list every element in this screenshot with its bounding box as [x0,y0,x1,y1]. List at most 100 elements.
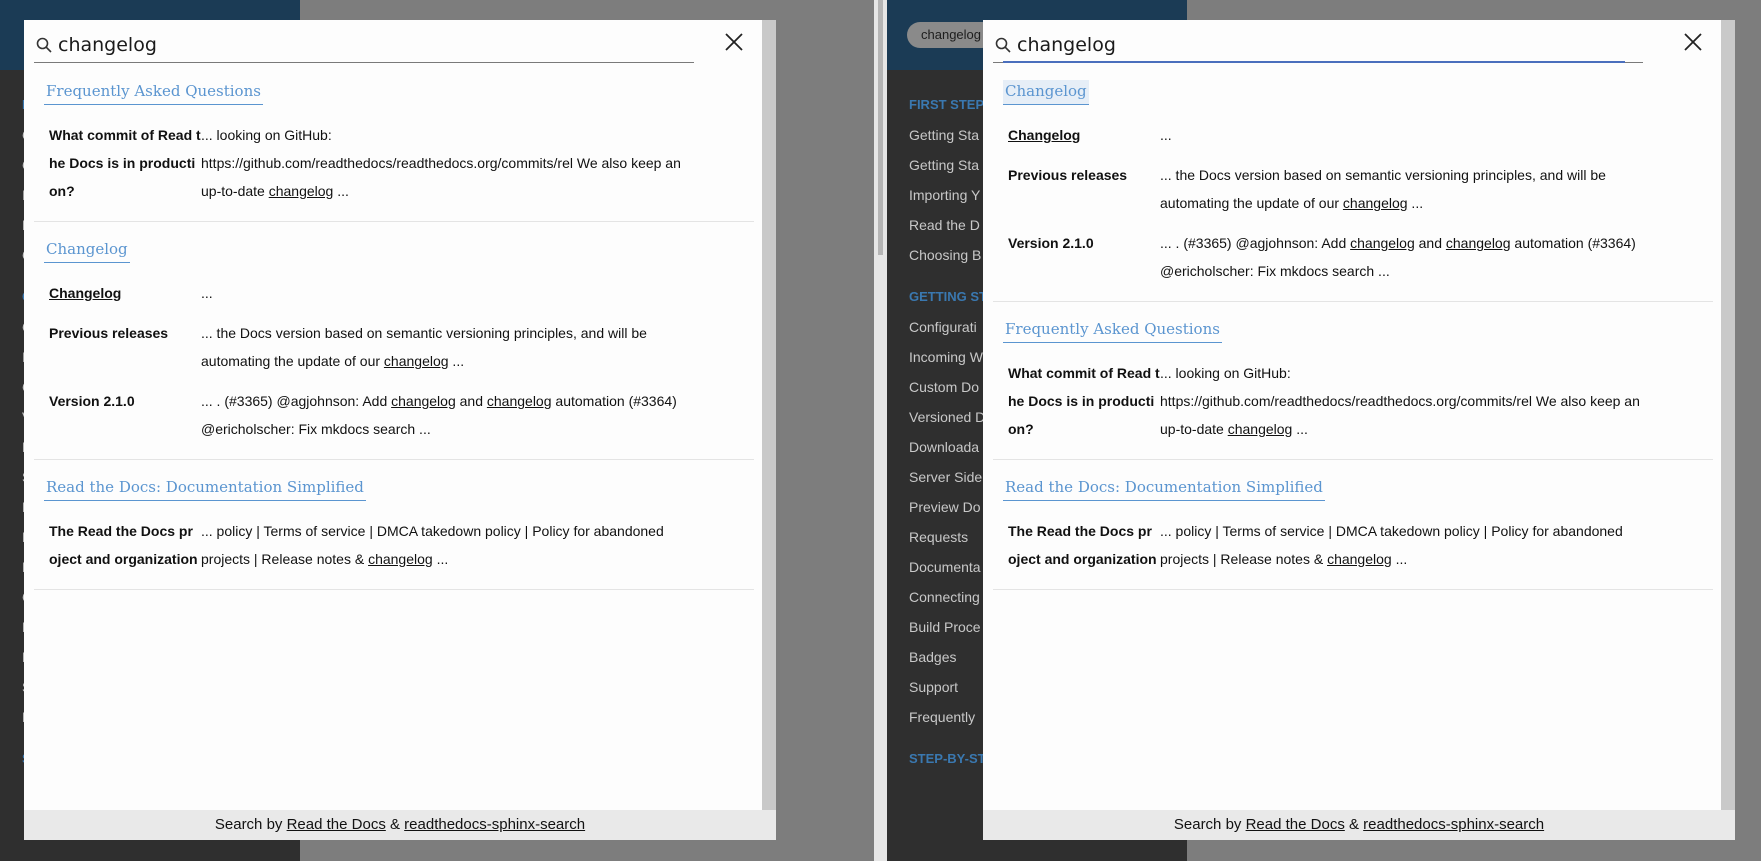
result-row[interactable]: Previous releases ... the Docs version ba… [993,157,1713,225]
footer-prefix: Search by [1173,816,1246,833]
result-row-heading: The Read the Docs project and organizati… [1008,523,1157,567]
search-modal: Frequently Asked Questions What commit of… [24,20,776,840]
background-nav-item: Choosing B [909,247,982,263]
close-icon[interactable] [1681,30,1705,54]
background-nav-item: Read the D [909,217,980,233]
result-row-snippet: ... the Docs version based on semantic v… [201,319,701,375]
background-nav-item: Versioned D [909,409,986,425]
left-screenshot-panel: FIRST STEPSGetting StaGetting StaImporti… [0,0,874,861]
snippet-text: ... [1160,127,1172,143]
window-divider [874,0,887,861]
result-row-snippet: ... policy | Terms of service | DMCA tak… [201,517,701,573]
result-row[interactable]: Changelog... [34,275,754,315]
background-nav-item: Frequently [909,709,976,725]
background-nav: FIRST STEPS Getting Sta Getting Sta Importi… [909,78,993,774]
result-section: Changelog Changelog... Previous releases..… [993,80,1713,302]
highlighted-term: changelog [368,551,433,567]
result-row-snippet: ... [201,279,701,307]
background-nav-item: Badges [909,649,957,665]
result-section: Frequently Asked Questions What commit of… [993,318,1713,460]
snippet-text: and [455,393,487,409]
footer-link-readthedocs[interactable]: Read the Docs [1246,816,1345,833]
result-row-snippet: ... . (#3365) @agjohnson: Add changelog … [1160,229,1660,285]
result-row-snippet: ... the Docs version based on semantic v… [1160,161,1660,217]
modal-scrollbar[interactable] [762,20,776,810]
background-nav-item: Requests [909,529,969,545]
result-row-snippet: ... policy | Terms of service | DMCA tak… [1160,517,1660,573]
result-row[interactable]: Previous releases ... the Docs version ba… [34,315,754,383]
snippet-text: and [1414,235,1446,251]
background-nav-item: Build Proce [909,619,981,635]
footer-link-sphinx-search[interactable]: readthedocs-sphinx-search [404,816,585,833]
result-row[interactable]: What commit of Read the Docs is in produ… [34,117,754,213]
search-bar [993,30,1643,63]
result-section-title[interactable]: Read the Docs: Documentation Simplified [1003,476,1325,501]
snippet-text: ... [432,551,449,567]
highlighted-term: changelog [1342,195,1408,211]
result-section-title[interactable]: Frequently Asked Questions [44,80,263,105]
result-row-heading: Previous releases [49,325,169,341]
search-modal: ChangelogChangelog...Previous releases..… [983,20,1735,840]
result-row-heading: Changelog [49,285,122,301]
background-nav-item: Incoming W [909,349,983,365]
result-section-title[interactable]: Frequently Asked Questions [1003,318,1222,343]
result-section-title[interactable]: Changelog [44,238,130,263]
result-section-title[interactable]: Read the Docs: Documentation Simplified [44,476,366,501]
result-row-heading: What commit of Read the Docs is in produ… [1008,365,1160,437]
highlighted-term: changelog [486,393,552,409]
background-nav-item: Downloada [909,439,980,455]
search-results: Changelog Changelog... Previous releases..… [993,80,1713,606]
right-screenshot-panel: changelog FIRST STEPS Getting Sta Getting … [887,0,1761,861]
footer-amp: & [1344,816,1364,833]
result-row-heading: Version 2.1.0 [1008,235,1094,251]
snippet-text: ... [1391,551,1408,567]
result-row[interactable]: The Read the Docs project and organizati… [993,513,1713,581]
result-row-heading: Version 2.1.0 [49,393,135,409]
highlighted-term: changelog [1327,551,1392,567]
result-row[interactable]: Changelog... [993,117,1713,157]
search-bar [34,30,694,63]
background-nav-item: Connecting [909,589,980,605]
snippet-text: ... [1407,195,1424,211]
search-icon [995,37,1011,53]
search-footer: Search by Read the Docs & readthedocs-sp… [24,810,776,840]
highlighted-term: changelog [391,393,456,409]
search-results: Frequently Asked Questions What commit of… [34,80,754,606]
result-section: Read the Docs: Documentation Simplified T… [993,476,1713,590]
result-row-heading: Changelog [1008,127,1081,143]
highlighted-term: changelog [1445,235,1511,251]
result-row[interactable]: Version 2.1.0 ... . (#3365) @agjohnson: A… [34,383,754,451]
background-nav-caption: GETTING ST [909,289,987,304]
result-section: Changelog Changelog... Previous releases..… [34,238,754,460]
result-section: Read the Docs: Documentation Simplified T… [34,476,754,590]
snippet-text: ... . (#3365) @agjohnson: Add [1160,235,1351,251]
snippet-text: ... [1292,421,1308,437]
result-row[interactable]: Version 2.1.0 ... . (#3365) @agjohnson: A… [993,225,1713,293]
result-row-snippet: ... . (#3365) @agjohnson: Add changelog … [201,387,701,443]
result-section-title[interactable]: Changelog [1003,80,1089,105]
result-row-heading: What commit of Read the Docs is in produ… [49,127,201,199]
background-nav-caption: STEP-BY-ST [909,751,986,766]
footer-link-sphinx-search[interactable]: readthedocs-sphinx-search [1363,816,1544,833]
result-row-snippet: ... looking on GitHub: https://github.co… [201,121,701,205]
footer-amp: & [385,816,405,833]
highlighted-term: changelog [383,353,449,369]
snippet-text: ... [201,285,213,301]
close-icon[interactable] [722,30,746,54]
result-row-snippet: ... looking on GitHub: https://github.co… [1160,359,1660,443]
page-scrollbar[interactable] [878,0,883,255]
result-row[interactable]: The Read the Docs project and organizati… [34,513,754,581]
search-input[interactable] [58,30,658,60]
result-row-snippet: ... [1160,121,1660,149]
result-row[interactable]: What commit of Read the Docs is in produ… [993,355,1713,451]
search-input[interactable] [1017,30,1617,60]
background-search-chip: changelog [907,22,995,48]
result-section: Frequently Asked Questions What commit of… [34,80,754,222]
modal-scrollbar[interactable] [1721,20,1735,810]
background-nav-item: Importing Y [909,187,981,203]
footer-link-readthedocs[interactable]: Read the Docs [287,816,386,833]
background-nav-item: Getting Sta [909,157,980,173]
background-nav-item: Support [909,679,959,695]
background-nav-item: Server Side [909,469,983,485]
snippet-text: ... [333,183,349,199]
